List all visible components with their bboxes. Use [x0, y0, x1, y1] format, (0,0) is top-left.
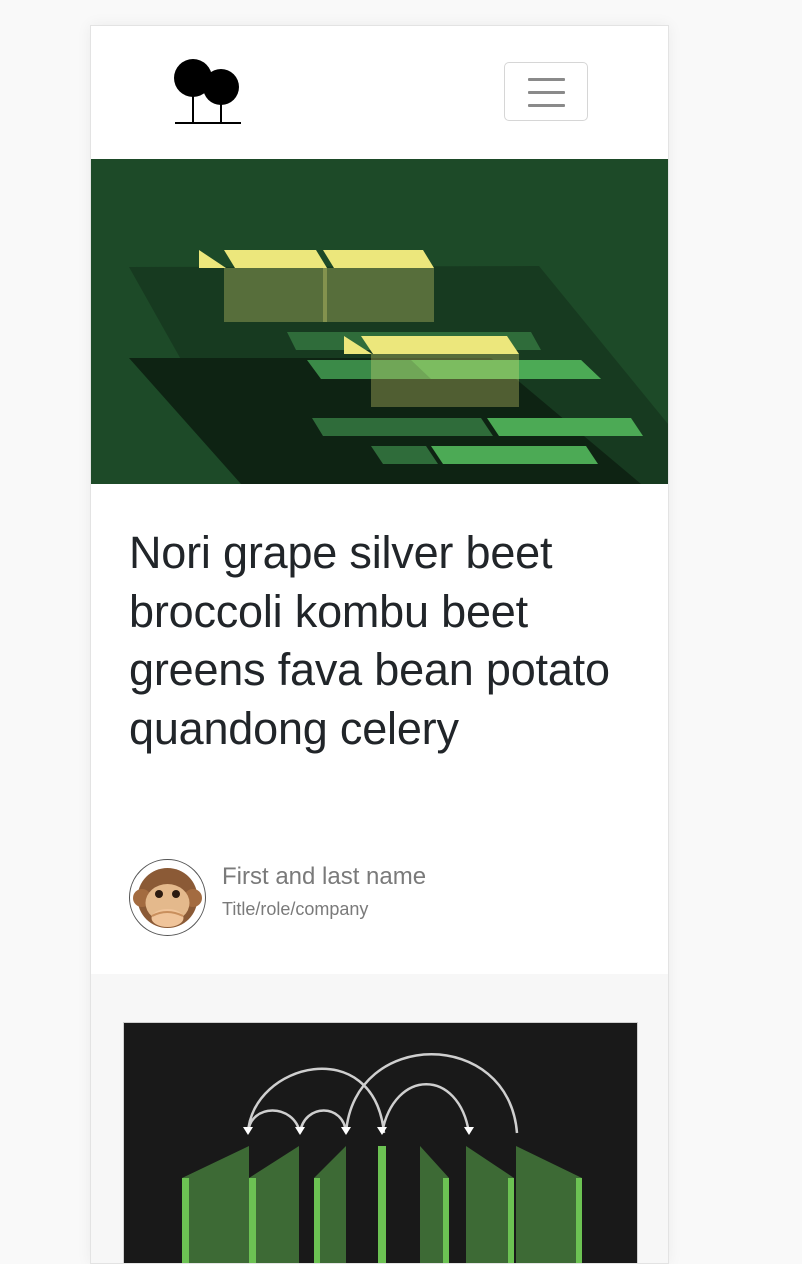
- article-title[interactable]: Nori grape silver beet broccoli kombu be…: [129, 524, 630, 758]
- hamburger-bar: [528, 104, 565, 107]
- monkey-emoji-avatar: [129, 859, 206, 936]
- hero-image: [91, 159, 668, 484]
- next-article-image[interactable]: [123, 1022, 638, 1263]
- next-article-section: [91, 974, 668, 1263]
- two-trees-logo-icon[interactable]: [173, 58, 243, 126]
- hamburger-menu-icon: [528, 78, 565, 81]
- page-container: Nori grape silver beet broccoli kombu be…: [90, 25, 669, 1264]
- menu-toggle-button[interactable]: [504, 62, 588, 121]
- site-header: [91, 26, 668, 159]
- hamburger-bar: [528, 91, 565, 94]
- author-role: Title/role/company: [222, 899, 369, 919]
- article-intro: Nori grape silver beet broccoli kombu be…: [91, 484, 668, 974]
- author-name[interactable]: First and last name: [222, 863, 426, 891]
